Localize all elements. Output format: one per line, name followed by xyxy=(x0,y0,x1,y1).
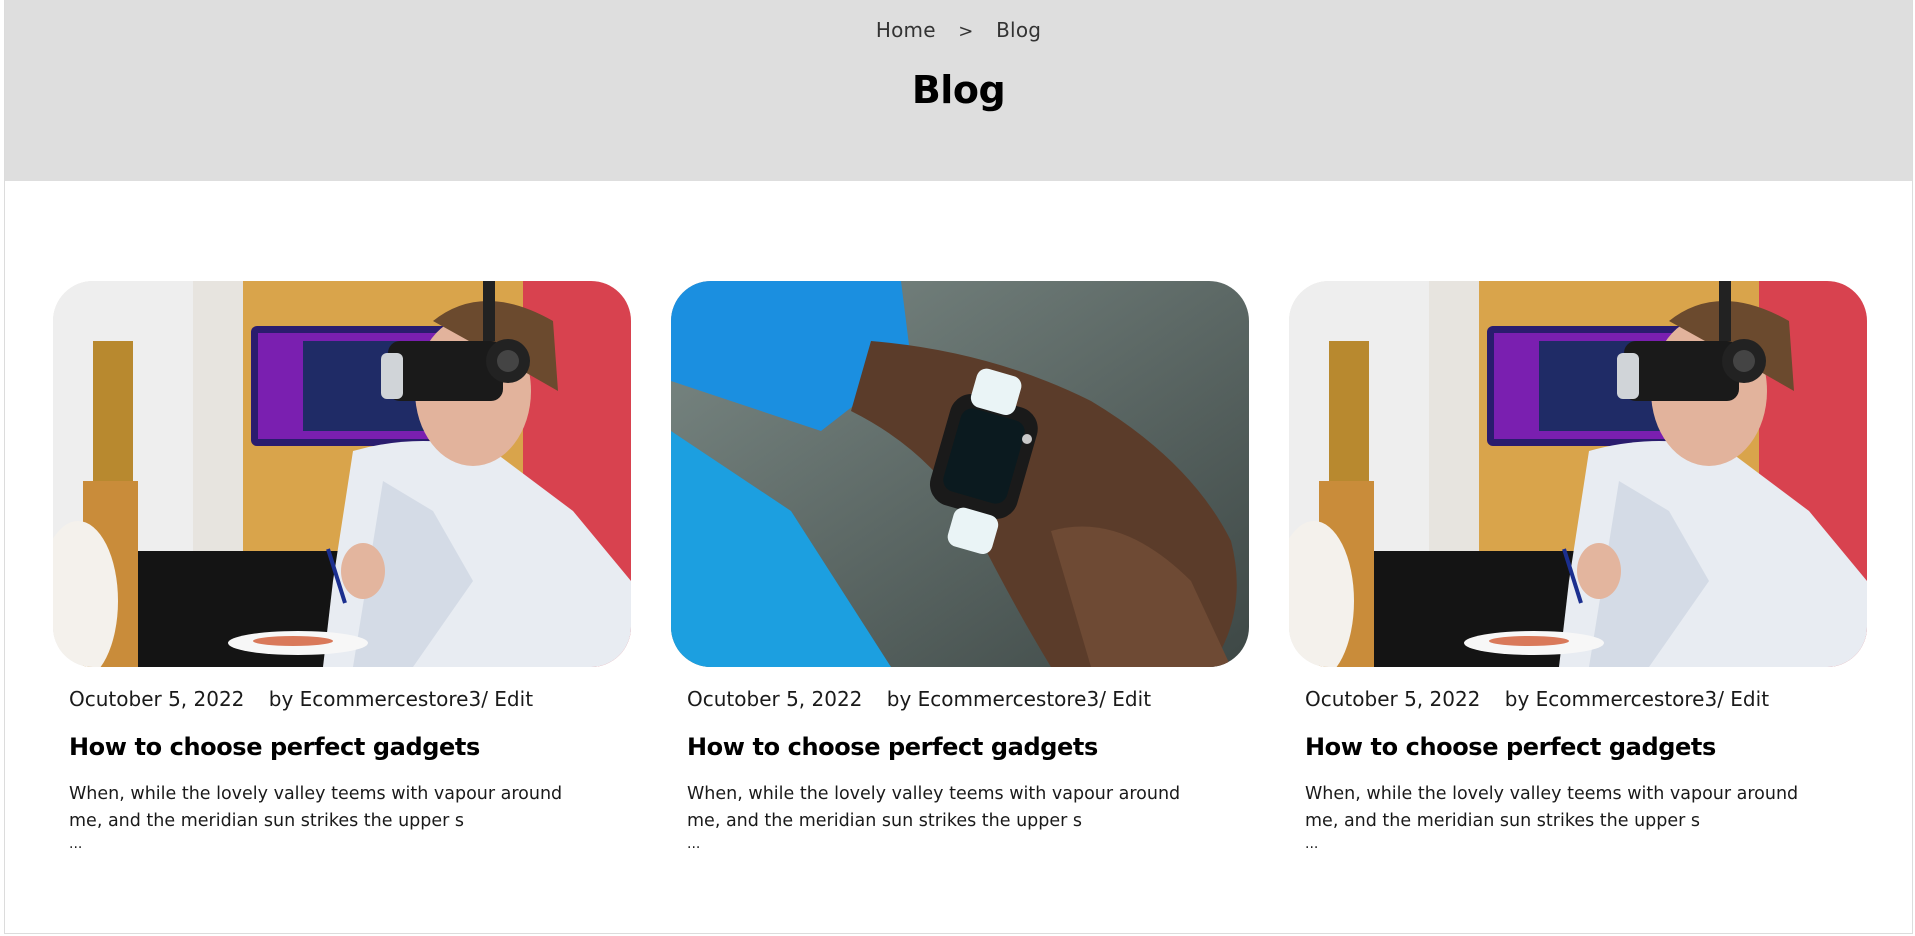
post-meta: Ocutober 5, 2022 by Ecommercestore3/ Edi… xyxy=(1305,687,1867,711)
post-author-link[interactable]: by Ecommercestore3 xyxy=(1505,687,1717,711)
blog-post-card: Ocutober 5, 2022 by Ecommercestore3/ Edi… xyxy=(671,281,1249,851)
page-title: Blog xyxy=(911,68,1006,112)
post-excerpt: When, while the lovely valley teems with… xyxy=(69,781,569,851)
breadcrumb-separator: > xyxy=(958,21,974,42)
post-edit-link[interactable]: / Edit xyxy=(1099,687,1151,711)
post-edit-link[interactable]: / Edit xyxy=(481,687,533,711)
post-image-vr-headset[interactable] xyxy=(1289,281,1867,667)
breadcrumb: Home > Blog xyxy=(5,18,1912,42)
post-author-link[interactable]: by Ecommercestore3 xyxy=(887,687,1099,711)
smartwatch-photo-illustration xyxy=(671,281,1249,667)
post-date: Ocutober 5, 2022 xyxy=(69,687,245,711)
post-excerpt: When, while the lovely valley teems with… xyxy=(1305,781,1805,851)
post-image-smartwatch[interactable] xyxy=(671,281,1249,667)
post-author-link[interactable]: by Ecommercestore3 xyxy=(269,687,481,711)
page-frame: Home > Blog Blog Ocutober 5, 2022 by Eco… xyxy=(4,0,1913,934)
post-excerpt-ellipsis: ... xyxy=(69,836,83,852)
post-excerpt-text: When, while the lovely valley teems with… xyxy=(687,784,1181,831)
post-date: Ocutober 5, 2022 xyxy=(1305,687,1481,711)
breadcrumb-home-link[interactable]: Home xyxy=(876,18,936,42)
blog-post-card: Ocutober 5, 2022 by Ecommercestore3/ Edi… xyxy=(53,281,631,851)
post-excerpt-ellipsis: ... xyxy=(687,836,701,852)
blog-post-card: Ocutober 5, 2022 by Ecommercestore3/ Edi… xyxy=(1289,281,1867,851)
post-image-vr-headset[interactable] xyxy=(53,281,631,667)
post-excerpt: When, while the lovely valley teems with… xyxy=(687,781,1187,851)
post-title[interactable]: How to choose perfect gadgets xyxy=(687,733,1249,761)
post-title[interactable]: How to choose perfect gadgets xyxy=(1305,733,1867,761)
page-hero: Home > Blog Blog xyxy=(5,0,1912,181)
vr-headset-photo-illustration xyxy=(53,281,631,667)
post-date: Ocutober 5, 2022 xyxy=(687,687,863,711)
post-excerpt-ellipsis: ... xyxy=(1305,836,1319,852)
post-excerpt-text: When, while the lovely valley teems with… xyxy=(69,784,563,831)
post-meta: Ocutober 5, 2022 by Ecommercestore3/ Edi… xyxy=(69,687,631,711)
post-edit-link[interactable]: / Edit xyxy=(1717,687,1769,711)
post-meta: Ocutober 5, 2022 by Ecommercestore3/ Edi… xyxy=(687,687,1249,711)
vr-headset-photo-illustration xyxy=(1289,281,1867,667)
breadcrumb-current: Blog xyxy=(996,18,1042,42)
post-title[interactable]: How to choose perfect gadgets xyxy=(69,733,631,761)
post-excerpt-text: When, while the lovely valley teems with… xyxy=(1305,784,1799,831)
